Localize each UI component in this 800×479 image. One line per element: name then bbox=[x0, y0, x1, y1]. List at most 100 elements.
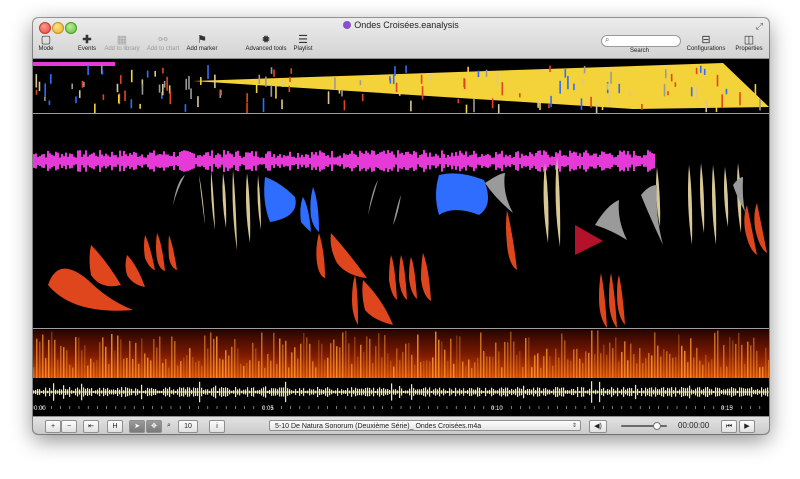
sonogram-panel[interactable] bbox=[33, 330, 769, 378]
volume-button[interactable]: ◀) bbox=[589, 420, 607, 433]
overview-event-mark bbox=[549, 65, 551, 72]
sonogram-streak bbox=[465, 365, 467, 378]
playlist-button[interactable]: ☰ Playlist bbox=[291, 34, 315, 52]
properties-button[interactable]: ◫ Properties bbox=[733, 34, 765, 52]
waveform-bar bbox=[237, 389, 239, 395]
grey-event[interactable] bbox=[485, 173, 513, 213]
waveform-bar bbox=[683, 387, 685, 397]
h-button[interactable]: H bbox=[107, 420, 123, 433]
events-button[interactable]: ✚ Events bbox=[75, 34, 99, 52]
orange-event[interactable] bbox=[330, 233, 367, 278]
beige-event[interactable] bbox=[700, 163, 705, 233]
orange-event[interactable] bbox=[506, 210, 517, 270]
sonogram-streak bbox=[522, 366, 524, 378]
magenta-band-bar bbox=[349, 153, 351, 169]
pointer-tool-button[interactable]: ➤ bbox=[129, 420, 145, 433]
beige-event[interactable] bbox=[199, 175, 205, 225]
orange-event[interactable] bbox=[754, 203, 767, 253]
orange-event[interactable] bbox=[89, 245, 122, 287]
add-to-library-button[interactable]: ▦ Add to library bbox=[101, 34, 143, 52]
orange-event[interactable] bbox=[409, 257, 417, 299]
sonogram-canvas[interactable] bbox=[33, 330, 769, 378]
search-field[interactable]: ⌕ bbox=[601, 35, 681, 47]
overview-event-mark bbox=[197, 96, 199, 108]
beige-event[interactable] bbox=[543, 163, 549, 243]
orange-event[interactable] bbox=[399, 255, 407, 300]
blue-event[interactable] bbox=[264, 177, 296, 222]
blue-event[interactable] bbox=[436, 173, 488, 215]
zoom-value-field[interactable]: 10 bbox=[178, 420, 198, 433]
orange-event[interactable] bbox=[316, 233, 325, 278]
magenta-band-bar bbox=[341, 157, 343, 165]
orange-event[interactable] bbox=[156, 233, 165, 271]
sonogram-streak bbox=[459, 336, 461, 378]
chart-icon: ⚯ bbox=[158, 34, 168, 46]
orange-event[interactable] bbox=[609, 273, 617, 328]
orange-event[interactable] bbox=[617, 275, 625, 325]
beige-event[interactable] bbox=[688, 165, 693, 245]
time-ruler[interactable]: 0:00 0:05 0:10 0:15 bbox=[33, 406, 769, 416]
grey-event[interactable] bbox=[595, 200, 627, 240]
beige-event[interactable] bbox=[257, 175, 261, 230]
rewind-button[interactable]: ⇤ bbox=[83, 420, 99, 433]
event-shapes-canvas[interactable] bbox=[33, 115, 769, 328]
sonogram-streak bbox=[237, 348, 239, 378]
add-to-chart-button[interactable]: ⚯ Add to chart bbox=[144, 34, 182, 52]
orange-event[interactable] bbox=[48, 268, 133, 311]
info-button[interactable]: i bbox=[209, 420, 225, 433]
waveform-bar bbox=[403, 390, 405, 394]
waveform-panel[interactable] bbox=[33, 378, 769, 406]
waveform-bar bbox=[423, 388, 425, 396]
events-overview-canvas[interactable] bbox=[33, 59, 769, 113]
yellow-event-wedge[interactable] bbox=[193, 63, 769, 109]
events-overview-panel[interactable] bbox=[33, 59, 769, 114]
magenta-event-bar[interactable] bbox=[33, 62, 115, 66]
volume-slider-knob[interactable] bbox=[653, 422, 661, 430]
move-tool-button[interactable]: ✥ bbox=[146, 420, 162, 433]
waveform-canvas[interactable] bbox=[33, 378, 769, 406]
orange-event[interactable] bbox=[362, 280, 393, 325]
orange-event[interactable] bbox=[144, 235, 155, 270]
magenta-band-bar bbox=[509, 154, 511, 168]
waveform-bar bbox=[213, 387, 215, 397]
orange-event[interactable] bbox=[599, 273, 607, 328]
grey-event[interactable] bbox=[173, 175, 185, 205]
magenta-band-bar bbox=[563, 155, 565, 167]
grey-event[interactable] bbox=[368, 180, 378, 215]
red-triangle-event[interactable] bbox=[575, 225, 603, 255]
orange-event[interactable] bbox=[352, 275, 358, 325]
beige-event[interactable] bbox=[724, 167, 729, 227]
zoom-out-button[interactable]: − bbox=[61, 420, 77, 433]
orange-event[interactable] bbox=[125, 255, 146, 287]
beige-event[interactable] bbox=[232, 170, 238, 250]
beige-event[interactable] bbox=[210, 170, 215, 230]
magenta-band-bar bbox=[525, 155, 527, 167]
mode-button[interactable]: ▢ Mode bbox=[36, 34, 56, 52]
orange-event[interactable] bbox=[389, 255, 397, 300]
zoom-in-button[interactable]: + bbox=[45, 420, 61, 433]
play-button[interactable]: ▶ bbox=[739, 420, 755, 433]
magenta-band-bar bbox=[127, 156, 129, 166]
tick-label-0: 0:00 bbox=[34, 406, 46, 412]
add-marker-button[interactable]: ⚑ Add marker bbox=[184, 34, 220, 52]
advanced-tools-button[interactable]: ✹ Advanced tools bbox=[243, 34, 289, 52]
zoom-tool-button[interactable]: ⌕ bbox=[164, 420, 174, 431]
search-input[interactable] bbox=[614, 36, 678, 46]
event-shapes-panel[interactable] bbox=[33, 115, 769, 329]
beige-event[interactable] bbox=[246, 173, 251, 243]
waveform-bar bbox=[255, 390, 257, 394]
beige-event[interactable] bbox=[222, 173, 227, 228]
orange-event[interactable] bbox=[421, 253, 431, 301]
beige-event[interactable] bbox=[712, 165, 717, 245]
configurations-button[interactable]: ⊟ Configurations bbox=[684, 34, 728, 52]
previous-button[interactable]: ⏮ bbox=[721, 420, 737, 433]
orange-event[interactable] bbox=[168, 235, 178, 270]
magenta-band-bar bbox=[275, 157, 277, 165]
audio-file-select[interactable]: 5-10 De Natura Sonorum (Deuxième Série)_… bbox=[269, 420, 581, 431]
blue-event[interactable] bbox=[300, 197, 311, 232]
blue-event[interactable] bbox=[310, 187, 319, 232]
fullscreen-icon[interactable]: ⤢ bbox=[756, 21, 763, 32]
waveform-bar bbox=[563, 387, 565, 397]
grey-event[interactable] bbox=[393, 195, 401, 225]
sonogram-streak bbox=[51, 331, 53, 378]
